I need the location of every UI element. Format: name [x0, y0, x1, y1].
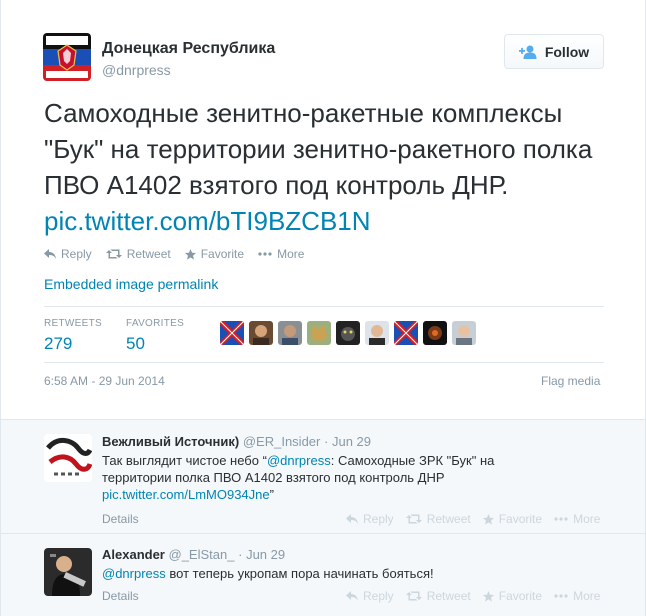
- reply-icon: [346, 514, 358, 524]
- author-avatar[interactable]: [43, 33, 91, 81]
- tweet-text: Самоходные зенитно-ракетные комплексы "Б…: [44, 95, 614, 239]
- reply-header: Alexander @_ElStan_ · Jun 29: [102, 547, 285, 562]
- reply-icon: [346, 591, 358, 601]
- reply-actions: Reply Retweet Favorite More: [346, 512, 612, 526]
- retweet-action[interactable]: Retweet: [405, 589, 471, 603]
- star-icon: [482, 513, 494, 525]
- reply-action[interactable]: Reply: [346, 512, 394, 526]
- reply-author-handle[interactable]: @_ElStan_: [169, 547, 235, 562]
- favorites-label: FAVORITES: [126, 318, 185, 329]
- more-action[interactable]: More: [258, 247, 304, 261]
- reply-media-link[interactable]: pic.twitter.com/LmMO934Jne: [102, 487, 270, 502]
- retweet-action[interactable]: Retweet: [405, 512, 471, 526]
- favorite-label: Favorite: [498, 589, 543, 603]
- tweet-body: Самоходные зенитно-ракетные комплексы "Б…: [44, 98, 593, 200]
- favorite-label: Favorite: [200, 247, 245, 261]
- tweet-actions: Reply Retweet Favorite More: [44, 247, 318, 261]
- reply-icon: [44, 249, 56, 259]
- reply-header: Вежливый Источник) @ER_Insider · Jun 29: [102, 434, 371, 449]
- retweet-label: Retweet: [426, 512, 471, 526]
- embedded-image-permalink[interactable]: Embedded image permalink: [44, 276, 218, 292]
- favoriter-avatar[interactable]: [220, 321, 244, 345]
- favoriter-avatar[interactable]: [452, 321, 476, 345]
- reply-time[interactable]: Jun 29: [246, 547, 285, 562]
- more-icon: [258, 252, 272, 256]
- favorites-count: 50: [126, 334, 145, 353]
- reply-label: Reply: [61, 247, 92, 261]
- retweet-icon: [405, 514, 422, 524]
- reply-label: Reply: [363, 512, 394, 526]
- favorite-action[interactable]: Favorite: [482, 589, 543, 603]
- favorites-stat[interactable]: FAVORITES 50: [126, 318, 184, 354]
- tweet-timestamp[interactable]: 6:58 AM - 29 Jun 2014: [44, 374, 165, 388]
- reply-action[interactable]: Reply: [44, 247, 92, 261]
- reply-author-name[interactable]: Alexander: [102, 547, 165, 562]
- reply-details-link[interactable]: Details: [102, 589, 139, 603]
- retweets-label: RETWEETS: [44, 318, 102, 329]
- reply-author-handle[interactable]: @ER_Insider: [243, 434, 321, 449]
- reply-label: Reply: [363, 589, 394, 603]
- author-name[interactable]: Донецкая Республика: [102, 40, 275, 58]
- favorite-action[interactable]: Favorite: [482, 512, 543, 526]
- more-icon: [554, 594, 568, 598]
- tweet-media-link[interactable]: pic.twitter.com/bTI9BZCB1N: [44, 206, 371, 236]
- reply-separator: ·: [324, 434, 329, 449]
- retweet-icon: [405, 591, 422, 601]
- follow-button[interactable]: Follow: [504, 34, 604, 69]
- favoriter-avatar[interactable]: [278, 321, 302, 345]
- reply-separator: ·: [238, 547, 243, 562]
- reply-item: Вежливый Источник) @ER_Insider · Jun 29 …: [1, 420, 645, 534]
- reply-author-name[interactable]: Вежливый Источник): [102, 434, 239, 449]
- retweet-action[interactable]: Retweet: [105, 247, 171, 261]
- more-label: More: [573, 512, 601, 526]
- reply-text: Так выглядит чистое небо “@dnrpress: Сам…: [102, 452, 552, 503]
- favoriter-avatar[interactable]: [423, 321, 447, 345]
- more-icon: [554, 517, 568, 521]
- star-icon: [184, 248, 196, 260]
- reply-mention[interactable]: @dnrpress: [102, 566, 166, 581]
- flag-media-link[interactable]: Flag media: [541, 374, 600, 388]
- reply-item: Alexander @_ElStan_ · Jun 29 @dnrpress в…: [1, 534, 645, 616]
- reply-actions: Reply Retweet Favorite More: [346, 589, 612, 603]
- favorite-action[interactable]: Favorite: [184, 247, 245, 261]
- reply-action[interactable]: Reply: [346, 589, 394, 603]
- reply-avatar[interactable]: [44, 548, 92, 596]
- retweet-icon: [105, 249, 122, 259]
- favoriter-avatars: [220, 321, 481, 345]
- follow-person-icon: [518, 45, 537, 59]
- star-icon: [482, 590, 494, 602]
- reply-mention[interactable]: @dnrpress: [267, 453, 331, 468]
- reply-text-part: Так выглядит чистое небо “: [102, 453, 267, 468]
- more-label: More: [277, 247, 305, 261]
- more-action[interactable]: More: [554, 512, 600, 526]
- favoriter-avatar[interactable]: [365, 321, 389, 345]
- more-label: More: [573, 589, 601, 603]
- reply-avatar[interactable]: [44, 434, 92, 482]
- reply-text: @dnrpress вот теперь укропам пора начина…: [102, 565, 552, 582]
- favoriter-avatar[interactable]: [336, 321, 360, 345]
- author-handle[interactable]: @dnrpress: [102, 62, 171, 78]
- favoriter-avatar[interactable]: [394, 321, 418, 345]
- reply-text-part: вот теперь укропам пора начинать бояться…: [165, 566, 434, 581]
- retweets-stat[interactable]: RETWEETS 279: [44, 318, 102, 354]
- divider: [44, 306, 604, 307]
- more-action[interactable]: More: [554, 589, 600, 603]
- favoriter-avatar[interactable]: [249, 321, 273, 345]
- favorite-label: Favorite: [498, 512, 543, 526]
- reply-time[interactable]: Jun 29: [332, 434, 371, 449]
- retweets-count: 279: [44, 334, 73, 353]
- tweet-card: Донецкая Республика @dnrpress Follow Сам…: [0, 0, 646, 616]
- main-tweet: Донецкая Республика @dnrpress Follow Сам…: [1, 0, 645, 418]
- reply-text-part: ”: [269, 487, 274, 502]
- reply-details-link[interactable]: Details: [102, 512, 139, 526]
- retweet-label: Retweet: [426, 589, 471, 603]
- follow-label: Follow: [544, 43, 590, 60]
- retweet-label: Retweet: [126, 247, 171, 261]
- favoriter-avatar[interactable]: [307, 321, 331, 345]
- replies-section: Вежливый Источник) @ER_Insider · Jun 29 …: [1, 419, 645, 616]
- divider: [44, 362, 604, 363]
